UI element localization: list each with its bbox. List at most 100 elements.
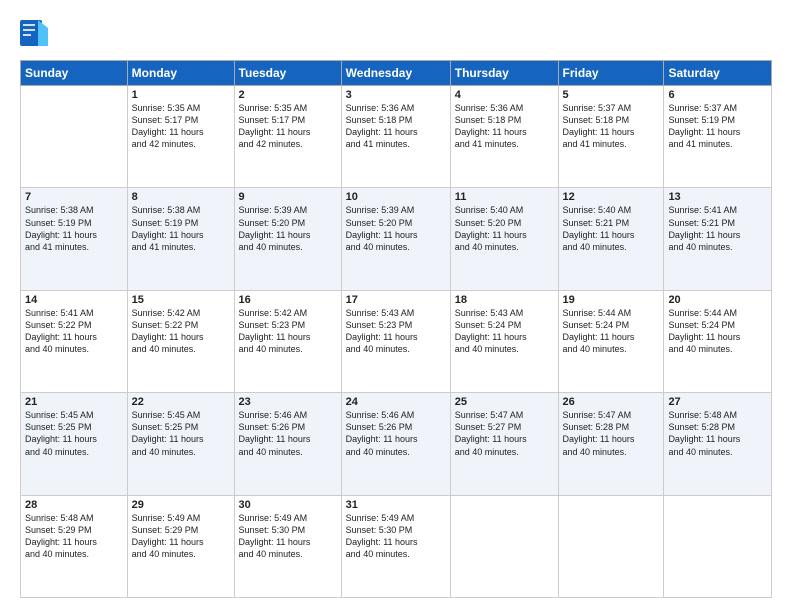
cell-info: Sunrise: 5:36 AM Sunset: 5:18 PM Dayligh… xyxy=(346,102,446,151)
cell-info: Sunrise: 5:35 AM Sunset: 5:17 PM Dayligh… xyxy=(239,102,337,151)
logo-icon xyxy=(20,18,48,50)
cell-info: Sunrise: 5:41 AM Sunset: 5:22 PM Dayligh… xyxy=(25,307,123,356)
cell-info: Sunrise: 5:39 AM Sunset: 5:20 PM Dayligh… xyxy=(239,204,337,253)
day-number: 26 xyxy=(563,396,660,408)
col-header-thursday: Thursday xyxy=(450,61,558,86)
day-number: 20 xyxy=(668,294,767,306)
cell-info: Sunrise: 5:38 AM Sunset: 5:19 PM Dayligh… xyxy=(132,204,230,253)
calendar-cell: 29Sunrise: 5:49 AM Sunset: 5:29 PM Dayli… xyxy=(127,495,234,597)
day-number: 10 xyxy=(346,191,446,203)
day-number: 30 xyxy=(239,499,337,511)
calendar-cell: 11Sunrise: 5:40 AM Sunset: 5:20 PM Dayli… xyxy=(450,188,558,290)
day-number: 6 xyxy=(668,89,767,101)
day-number: 8 xyxy=(132,191,230,203)
calendar-cell: 10Sunrise: 5:39 AM Sunset: 5:20 PM Dayli… xyxy=(341,188,450,290)
calendar-cell: 6Sunrise: 5:37 AM Sunset: 5:19 PM Daylig… xyxy=(664,86,772,188)
calendar-cell: 14Sunrise: 5:41 AM Sunset: 5:22 PM Dayli… xyxy=(21,290,128,392)
calendar-cell: 16Sunrise: 5:42 AM Sunset: 5:23 PM Dayli… xyxy=(234,290,341,392)
calendar-cell: 25Sunrise: 5:47 AM Sunset: 5:27 PM Dayli… xyxy=(450,393,558,495)
day-number: 5 xyxy=(563,89,660,101)
calendar-cell: 15Sunrise: 5:42 AM Sunset: 5:22 PM Dayli… xyxy=(127,290,234,392)
calendar: SundayMondayTuesdayWednesdayThursdayFrid… xyxy=(20,60,772,598)
header xyxy=(20,18,772,50)
cell-info: Sunrise: 5:42 AM Sunset: 5:22 PM Dayligh… xyxy=(132,307,230,356)
calendar-header-row: SundayMondayTuesdayWednesdayThursdayFrid… xyxy=(21,61,772,86)
day-number: 21 xyxy=(25,396,123,408)
day-number: 27 xyxy=(668,396,767,408)
cell-info: Sunrise: 5:44 AM Sunset: 5:24 PM Dayligh… xyxy=(668,307,767,356)
day-number: 14 xyxy=(25,294,123,306)
col-header-wednesday: Wednesday xyxy=(341,61,450,86)
day-number: 2 xyxy=(239,89,337,101)
day-number: 28 xyxy=(25,499,123,511)
calendar-week-3: 14Sunrise: 5:41 AM Sunset: 5:22 PM Dayli… xyxy=(21,290,772,392)
page: SundayMondayTuesdayWednesdayThursdayFrid… xyxy=(0,0,792,612)
day-number: 15 xyxy=(132,294,230,306)
calendar-cell: 30Sunrise: 5:49 AM Sunset: 5:30 PM Dayli… xyxy=(234,495,341,597)
calendar-cell: 20Sunrise: 5:44 AM Sunset: 5:24 PM Dayli… xyxy=(664,290,772,392)
col-header-tuesday: Tuesday xyxy=(234,61,341,86)
day-number: 7 xyxy=(25,191,123,203)
calendar-cell: 19Sunrise: 5:44 AM Sunset: 5:24 PM Dayli… xyxy=(558,290,664,392)
calendar-cell: 3Sunrise: 5:36 AM Sunset: 5:18 PM Daylig… xyxy=(341,86,450,188)
calendar-cell: 21Sunrise: 5:45 AM Sunset: 5:25 PM Dayli… xyxy=(21,393,128,495)
col-header-sunday: Sunday xyxy=(21,61,128,86)
calendar-cell: 1Sunrise: 5:35 AM Sunset: 5:17 PM Daylig… xyxy=(127,86,234,188)
calendar-cell xyxy=(664,495,772,597)
cell-info: Sunrise: 5:44 AM Sunset: 5:24 PM Dayligh… xyxy=(563,307,660,356)
calendar-cell: 4Sunrise: 5:36 AM Sunset: 5:18 PM Daylig… xyxy=(450,86,558,188)
calendar-cell: 2Sunrise: 5:35 AM Sunset: 5:17 PM Daylig… xyxy=(234,86,341,188)
calendar-cell: 18Sunrise: 5:43 AM Sunset: 5:24 PM Dayli… xyxy=(450,290,558,392)
day-number: 9 xyxy=(239,191,337,203)
day-number: 24 xyxy=(346,396,446,408)
day-number: 12 xyxy=(563,191,660,203)
day-number: 25 xyxy=(455,396,554,408)
day-number: 4 xyxy=(455,89,554,101)
cell-info: Sunrise: 5:38 AM Sunset: 5:19 PM Dayligh… xyxy=(25,204,123,253)
cell-info: Sunrise: 5:49 AM Sunset: 5:30 PM Dayligh… xyxy=(346,512,446,561)
logo xyxy=(20,18,53,50)
cell-info: Sunrise: 5:49 AM Sunset: 5:29 PM Dayligh… xyxy=(132,512,230,561)
day-number: 31 xyxy=(346,499,446,511)
calendar-cell: 24Sunrise: 5:46 AM Sunset: 5:26 PM Dayli… xyxy=(341,393,450,495)
cell-info: Sunrise: 5:40 AM Sunset: 5:20 PM Dayligh… xyxy=(455,204,554,253)
day-number: 19 xyxy=(563,294,660,306)
calendar-cell: 31Sunrise: 5:49 AM Sunset: 5:30 PM Dayli… xyxy=(341,495,450,597)
calendar-cell: 17Sunrise: 5:43 AM Sunset: 5:23 PM Dayli… xyxy=(341,290,450,392)
cell-info: Sunrise: 5:43 AM Sunset: 5:23 PM Dayligh… xyxy=(346,307,446,356)
cell-info: Sunrise: 5:35 AM Sunset: 5:17 PM Dayligh… xyxy=(132,102,230,151)
cell-info: Sunrise: 5:37 AM Sunset: 5:18 PM Dayligh… xyxy=(563,102,660,151)
calendar-cell: 27Sunrise: 5:48 AM Sunset: 5:28 PM Dayli… xyxy=(664,393,772,495)
col-header-saturday: Saturday xyxy=(664,61,772,86)
day-number: 16 xyxy=(239,294,337,306)
calendar-cell: 28Sunrise: 5:48 AM Sunset: 5:29 PM Dayli… xyxy=(21,495,128,597)
cell-info: Sunrise: 5:48 AM Sunset: 5:29 PM Dayligh… xyxy=(25,512,123,561)
cell-info: Sunrise: 5:47 AM Sunset: 5:27 PM Dayligh… xyxy=(455,409,554,458)
calendar-cell: 5Sunrise: 5:37 AM Sunset: 5:18 PM Daylig… xyxy=(558,86,664,188)
calendar-week-1: 1Sunrise: 5:35 AM Sunset: 5:17 PM Daylig… xyxy=(21,86,772,188)
day-number: 23 xyxy=(239,396,337,408)
calendar-cell: 9Sunrise: 5:39 AM Sunset: 5:20 PM Daylig… xyxy=(234,188,341,290)
cell-info: Sunrise: 5:37 AM Sunset: 5:19 PM Dayligh… xyxy=(668,102,767,151)
cell-info: Sunrise: 5:49 AM Sunset: 5:30 PM Dayligh… xyxy=(239,512,337,561)
calendar-cell xyxy=(21,86,128,188)
day-number: 22 xyxy=(132,396,230,408)
day-number: 29 xyxy=(132,499,230,511)
calendar-cell xyxy=(558,495,664,597)
calendar-week-2: 7Sunrise: 5:38 AM Sunset: 5:19 PM Daylig… xyxy=(21,188,772,290)
day-number: 18 xyxy=(455,294,554,306)
day-number: 11 xyxy=(455,191,554,203)
day-number: 1 xyxy=(132,89,230,101)
calendar-cell: 26Sunrise: 5:47 AM Sunset: 5:28 PM Dayli… xyxy=(558,393,664,495)
cell-info: Sunrise: 5:42 AM Sunset: 5:23 PM Dayligh… xyxy=(239,307,337,356)
cell-info: Sunrise: 5:46 AM Sunset: 5:26 PM Dayligh… xyxy=(239,409,337,458)
col-header-friday: Friday xyxy=(558,61,664,86)
day-number: 3 xyxy=(346,89,446,101)
day-number: 17 xyxy=(346,294,446,306)
calendar-cell: 12Sunrise: 5:40 AM Sunset: 5:21 PM Dayli… xyxy=(558,188,664,290)
calendar-week-5: 28Sunrise: 5:48 AM Sunset: 5:29 PM Dayli… xyxy=(21,495,772,597)
day-number: 13 xyxy=(668,191,767,203)
calendar-cell: 7Sunrise: 5:38 AM Sunset: 5:19 PM Daylig… xyxy=(21,188,128,290)
cell-info: Sunrise: 5:36 AM Sunset: 5:18 PM Dayligh… xyxy=(455,102,554,151)
cell-info: Sunrise: 5:41 AM Sunset: 5:21 PM Dayligh… xyxy=(668,204,767,253)
